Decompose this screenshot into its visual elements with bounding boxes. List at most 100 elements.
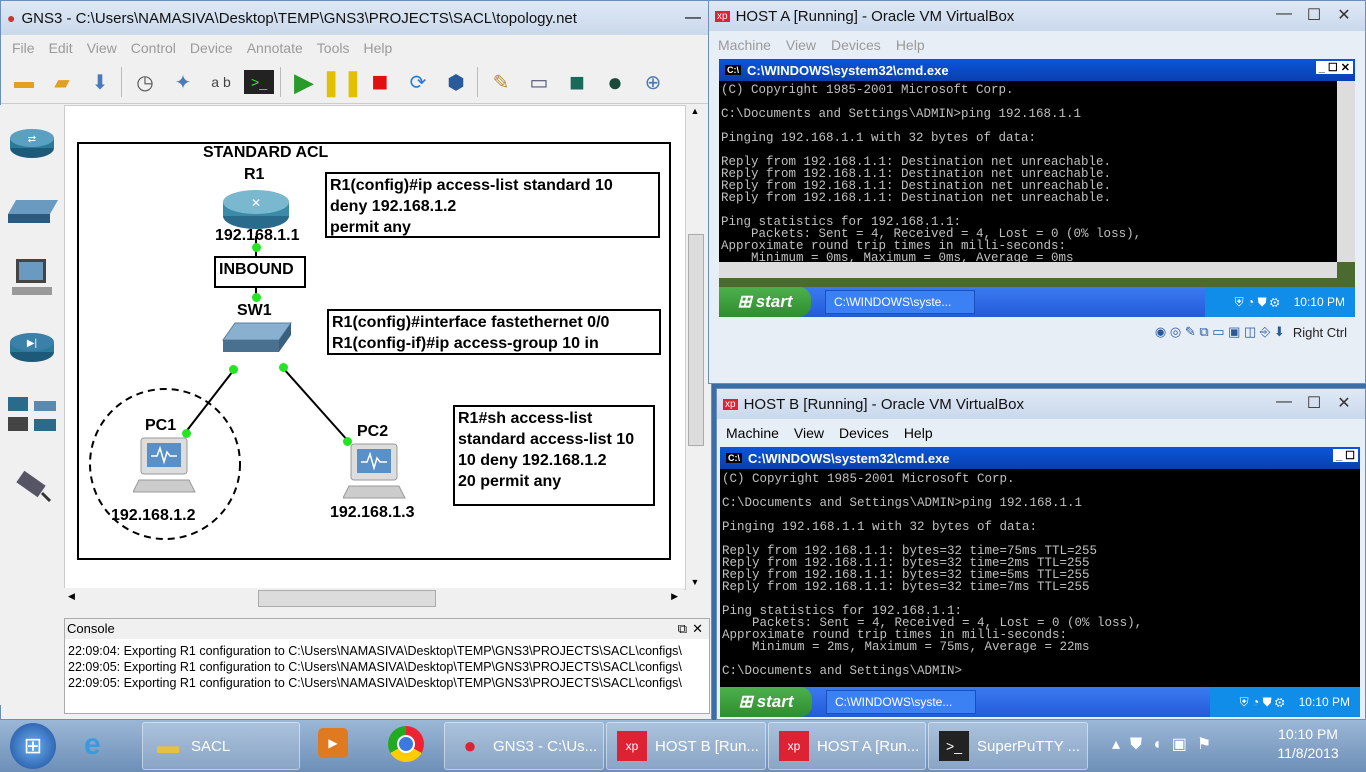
cmd-window-buttons[interactable]: _ ☐ xyxy=(1332,449,1358,462)
menu-view[interactable]: View xyxy=(786,37,816,53)
taskbar-clock[interactable]: 10:10 PM 11/8/2013 xyxy=(1268,725,1348,763)
canvas-vertical-scrollbar[interactable]: ▲ ▼ xyxy=(686,106,704,589)
console-undock-icon[interactable]: ⧉ xyxy=(678,619,687,639)
scrollbar-thumb[interactable] xyxy=(688,234,704,446)
router-icon[interactable]: ⇄ xyxy=(6,121,58,165)
picture-icon[interactable]: ▭ xyxy=(524,67,554,97)
host-a-title: HOST A [Running] - Oracle VM VirtualBox xyxy=(735,7,1015,25)
ellipse-icon[interactable]: ● xyxy=(600,67,630,97)
timer-icon[interactable]: ◷ xyxy=(130,67,160,97)
menu-devices[interactable]: Devices xyxy=(839,425,889,441)
open-folder-icon[interactable]: ▰ xyxy=(47,67,77,97)
maximize-button[interactable]: ☐ xyxy=(1299,5,1329,25)
label-icon[interactable]: a b xyxy=(206,67,236,97)
svg-text:▶|: ▶| xyxy=(27,338,37,349)
minimize-button[interactable]: — xyxy=(1269,393,1299,413)
menu-edit[interactable]: Edit xyxy=(49,40,73,56)
new-project-icon[interactable]: ▬ xyxy=(9,67,39,97)
scrollbar-thumb[interactable] xyxy=(258,590,436,607)
all-devices-icon[interactable] xyxy=(6,393,58,437)
menu-tools[interactable]: Tools xyxy=(317,40,350,56)
interface-config-note[interactable]: R1(config)#interface fastethernet 0/0 R1… xyxy=(327,309,661,355)
cmd-window-buttons[interactable]: _ ☐ ✕ xyxy=(1315,61,1353,74)
menu-help[interactable]: Help xyxy=(896,37,925,53)
scroll-right-arrow[interactable]: ▶ xyxy=(671,591,678,602)
internet-explorer-icon[interactable]: e xyxy=(84,728,101,762)
taskbar-item-superputty[interactable]: >_ SuperPuTTY ... xyxy=(928,722,1088,770)
chrome-icon[interactable] xyxy=(388,726,424,762)
toolbar-separator xyxy=(477,67,478,97)
close-button[interactable]: ✕ xyxy=(1329,393,1359,413)
cmd-vertical-scrollbar[interactable] xyxy=(1337,81,1355,262)
menu-view[interactable]: View xyxy=(87,40,117,56)
minimize-button[interactable]: — xyxy=(1269,5,1299,25)
toolbar-separator xyxy=(280,67,281,97)
start-button[interactable]: ⊞ start xyxy=(719,287,811,317)
xp-task-cmd[interactable]: C:\WINDOWS\syste... xyxy=(825,290,975,314)
pc2-host[interactable] xyxy=(342,442,407,507)
menu-help[interactable]: Help xyxy=(363,40,392,56)
media-player-icon[interactable]: ▶ xyxy=(318,728,348,758)
menu-view[interactable]: View xyxy=(794,425,824,441)
windows-start-orb-icon[interactable]: ⊞ xyxy=(10,723,56,769)
zoom-in-icon[interactable]: ⊕ xyxy=(638,67,668,97)
reload-icon[interactable]: ⟳ xyxy=(403,67,433,97)
rectangle-icon[interactable]: ■ xyxy=(562,67,592,97)
pc1-host[interactable] xyxy=(132,436,197,501)
taskbar-label: HOST A [Run... xyxy=(817,737,920,755)
security-device-icon[interactable]: ▶| xyxy=(6,325,58,369)
host-a-menubar: Machine View Devices Help xyxy=(709,31,1365,59)
menu-help[interactable]: Help xyxy=(904,425,933,441)
scroll-down-arrow[interactable]: ▼ xyxy=(686,577,704,587)
menu-file[interactable]: File xyxy=(12,40,35,56)
link-cable-icon[interactable] xyxy=(6,461,58,505)
end-device-icon[interactable] xyxy=(6,257,58,301)
xp-taskbar: ⊞ start C:\WINDOWS\syste... ⛨ ◔ ⛊ ⚙ 10:10 … xyxy=(719,287,1355,317)
minimize-button[interactable]: — xyxy=(685,9,701,27)
scroll-left-arrow[interactable]: ◀ xyxy=(68,591,75,602)
terminal-icon[interactable]: >_ xyxy=(244,70,274,94)
acl-config-note[interactable]: R1(config)#ip access-list standard 10 de… xyxy=(325,172,660,238)
switch-icon[interactable] xyxy=(6,189,58,233)
save-icon[interactable]: ⬇ xyxy=(85,67,115,97)
start-button[interactable]: ⊞ start xyxy=(720,687,812,717)
menu-machine[interactable]: Machine xyxy=(726,425,779,441)
cmd-horizontal-scrollbar[interactable] xyxy=(719,262,1337,278)
menu-device[interactable]: Device xyxy=(190,40,233,56)
taskbar-item-host-a[interactable]: xp HOST A [Run... xyxy=(768,722,926,770)
pause-icon[interactable]: ❚❚ xyxy=(320,67,364,97)
maximize-button[interactable]: ☐ xyxy=(1299,393,1329,413)
switch-sw1[interactable] xyxy=(219,320,293,359)
taskbar-item-host-b[interactable]: xp HOST B [Run... xyxy=(606,722,766,770)
host-b-titlebar: xp HOST B [Running] - Oracle VM VirtualB… xyxy=(717,389,1365,419)
clock-date: 11/8/2013 xyxy=(1277,745,1339,761)
vm-status-icons: ◉ ◎ ✎ ⧉ ▭ ▣ ◫ ⎆ ⬇ xyxy=(1154,324,1285,339)
console-close-icon[interactable]: ✕ xyxy=(692,619,703,639)
host-key-label: Right Ctrl xyxy=(1292,324,1347,340)
virtualbox-icon[interactable]: ⬢ xyxy=(441,67,471,97)
host-a-vm-screen[interactable]: C:\ C:\WINDOWS\system32\cmd.exe _ ☐ ✕ (C… xyxy=(719,59,1355,317)
console-header: Console ⧉ ✕ xyxy=(65,619,709,639)
r1-label: R1 xyxy=(244,166,265,183)
putty-icon: >_ xyxy=(939,731,969,761)
taskbar-item-gns3[interactable]: ● GNS3 - C:\Us... xyxy=(444,722,604,770)
canvas-horizontal-scrollbar[interactable]: ◀ ▶ xyxy=(64,588,684,608)
taskbar-item-sacl[interactable]: ▬ SACL xyxy=(142,722,300,770)
xp-task-cmd[interactable]: C:\WINDOWS\syste... xyxy=(826,690,976,714)
play-icon[interactable]: ▶ xyxy=(289,67,319,97)
stop-icon[interactable]: ■ xyxy=(365,66,395,97)
router-r1[interactable]: ✕ xyxy=(221,186,291,233)
note-icon[interactable]: ✎ xyxy=(486,67,516,97)
menu-devices[interactable]: Devices xyxy=(831,37,881,53)
scroll-up-arrow[interactable]: ▲ xyxy=(686,106,704,116)
close-button[interactable]: ✕ xyxy=(1329,5,1359,25)
menu-annotate[interactable]: Annotate xyxy=(247,40,303,56)
wizard-icon[interactable]: ✦ xyxy=(168,67,198,97)
topology-canvas[interactable]: STANDARD ACL R1 ✕ 192.168.1.1 INBOUND SW… xyxy=(64,105,704,590)
menu-control[interactable]: Control xyxy=(131,40,176,56)
windows-taskbar: ⊞ e ▬ SACL ▶ ● GNS3 - C:\Us... xp HOST B… xyxy=(0,720,1366,772)
menu-machine[interactable]: Machine xyxy=(718,37,771,53)
show-acl-note[interactable]: R1#sh access-list standard access-list 1… xyxy=(453,405,655,506)
host-b-vm-screen[interactable]: C:\ C:\WINDOWS\system32\cmd.exe _ ☐ (C) … xyxy=(720,447,1360,717)
xp-taskbar: ⊞ start C:\WINDOWS\syste... ⛨ ◔ ⛊ ⚙ 10:10 … xyxy=(720,687,1360,717)
